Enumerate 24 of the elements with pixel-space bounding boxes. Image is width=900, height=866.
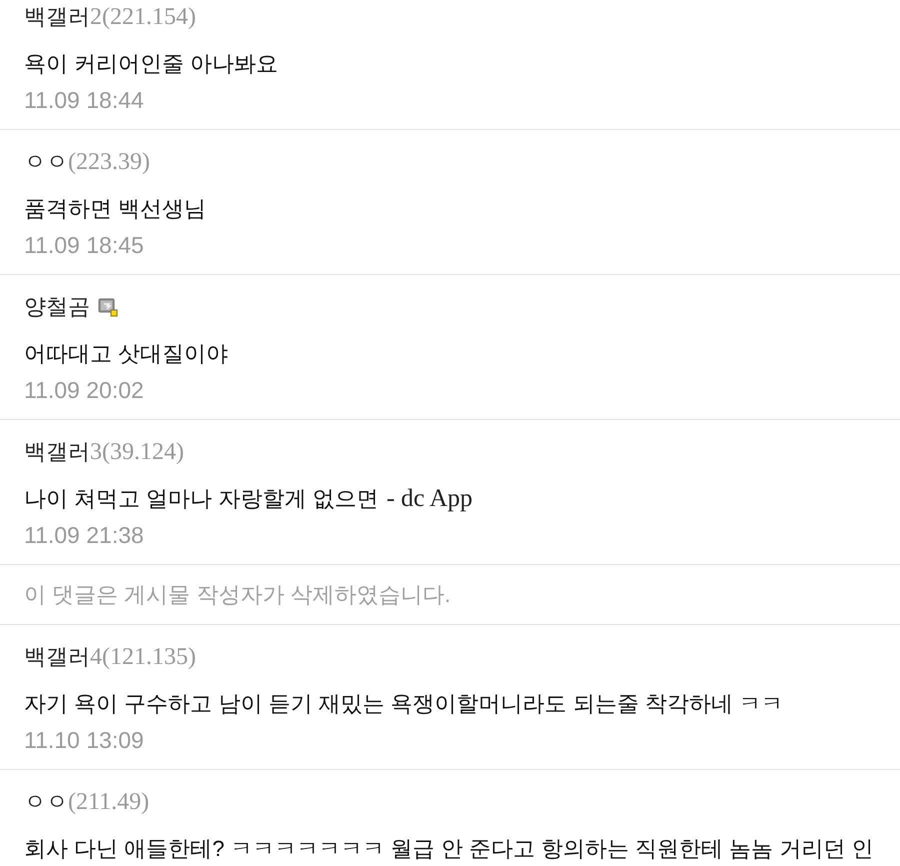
- comment-date: 11.10 13:09: [24, 726, 144, 755]
- comment-date: 11.09 20:02: [24, 376, 144, 405]
- ip-address: 2(221.154): [90, 3, 196, 32]
- ip-address: (211.49): [68, 788, 150, 817]
- comment-text: 욕이 커리어인줄 아나봐요: [24, 50, 278, 78]
- nickname[interactable]: ㅇㅇ: [24, 147, 68, 177]
- nickname[interactable]: ㅇㅇ: [24, 787, 68, 817]
- ip-address: 4(121.135): [90, 643, 196, 672]
- deleted-notice: 이 댓글은 게시물 작성자가 삭제하였습니다.: [24, 580, 451, 608]
- ip-address: 3(39.124): [90, 438, 184, 467]
- comment-text: 품격하면 백선생님: [24, 195, 206, 223]
- comment-text: 나이 쳐먹고 얼마나 자랑할게 없으면: [24, 485, 378, 513]
- nickname[interactable]: 백갤러: [24, 2, 90, 32]
- comment-text: 회사 다닌 애들한테? ㅋㅋㅋㅋㅋㅋㅋ 월급 안 준다고 항의하는 직원한테 놈놈 거리던 인: [24, 835, 874, 863]
- comment-text: 어따대고 삿대질이야: [24, 340, 228, 368]
- nickname[interactable]: 양철곰: [24, 292, 90, 322]
- comment-text: 자기 욕이 구수하고 남이 듣기 재밌는 욕쟁이할머니라도 되는줄 착각하네 ㅋㅋ: [24, 690, 784, 718]
- nickname[interactable]: 백갤러: [24, 437, 90, 467]
- comment-date: 11.09 18:44: [24, 86, 144, 115]
- ip-address: (223.39): [68, 148, 150, 177]
- comment-date: 11.09 18:45: [24, 231, 144, 260]
- nickname[interactable]: 백갤러: [24, 642, 90, 672]
- comment-date: 11.09 21:38: [24, 521, 144, 550]
- app-tag: - dc App: [386, 484, 473, 514]
